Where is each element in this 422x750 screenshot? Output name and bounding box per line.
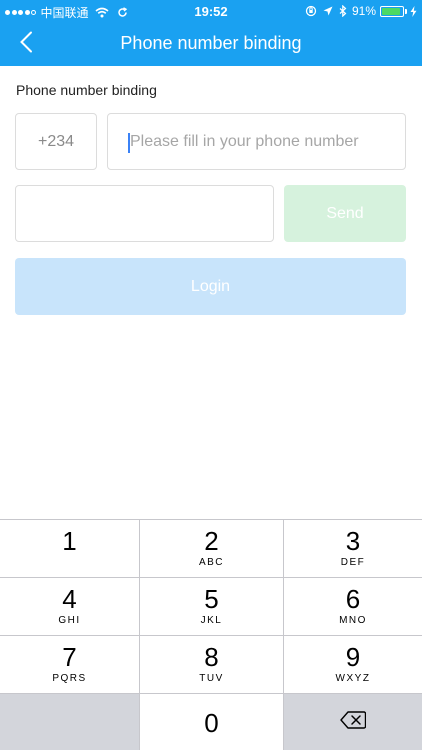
- charging-bolt-icon: [410, 5, 417, 17]
- status-right: 91%: [299, 4, 417, 18]
- rotation-lock-icon: [305, 5, 317, 17]
- key-letters: TUV: [199, 673, 224, 684]
- keypad-key-5[interactable]: 5 JKL: [140, 578, 283, 635]
- numeric-keypad: 1 2 ABC 3 DEF 4 GHI 5 JKL 6 MNO 7 PQRS 8…: [0, 519, 422, 750]
- app-header: 中国联通 19:52 91% Phone number binding: [0, 0, 422, 66]
- key-digit: 4: [62, 584, 77, 614]
- battery-percent: 91%: [351, 4, 376, 18]
- keypad-blank-key: [0, 694, 139, 750]
- key-digit: 2: [204, 526, 219, 556]
- bluetooth-icon: [339, 5, 347, 17]
- page-title: Phone number binding: [120, 33, 302, 53]
- keypad-key-0[interactable]: 0: [140, 694, 283, 750]
- backspace-icon: [340, 711, 367, 734]
- key-letters: MNO: [339, 615, 367, 626]
- key-digit: 1: [62, 526, 77, 556]
- key-digit: 6: [345, 584, 361, 614]
- key-letters: DEF: [340, 557, 366, 568]
- keypad-key-6[interactable]: 6 MNO: [284, 578, 422, 635]
- location-arrow-icon: [323, 6, 333, 16]
- country-code-value: +234: [37, 132, 75, 150]
- keypad-divider: [283, 520, 284, 750]
- key-digit: 3: [345, 526, 361, 556]
- keypad-key-1[interactable]: 1: [0, 520, 139, 577]
- key-letters: WXYZ: [335, 673, 371, 684]
- keypad-divider: [0, 635, 422, 636]
- battery-icon: [380, 5, 404, 17]
- battery-cap: [405, 8, 407, 14]
- navigation-bar: Phone number binding: [0, 22, 422, 66]
- phone-number-input[interactable]: Please fill in your phone number: [107, 113, 406, 170]
- key-digit: 0: [204, 707, 219, 738]
- key-letters: ABC: [198, 557, 225, 568]
- key-digit: 5: [204, 584, 219, 614]
- keypad-divider: [0, 577, 422, 578]
- keypad-key-3[interactable]: 3 DEF: [284, 520, 422, 577]
- key-digit: 7: [62, 642, 77, 672]
- keypad-divider: [139, 520, 140, 750]
- section-label: Phone number binding: [16, 82, 157, 98]
- key-letters: JKL: [200, 615, 223, 626]
- login-button[interactable]: Login: [15, 258, 406, 315]
- keypad-key-7[interactable]: 7 PQRS: [0, 636, 139, 693]
- country-code-selector[interactable]: +234: [15, 113, 97, 170]
- verification-code-input[interactable]: [15, 185, 274, 242]
- keypad-delete-key[interactable]: [284, 694, 422, 750]
- key-letters: GHI: [58, 615, 81, 626]
- keypad-key-4[interactable]: 4 GHI: [0, 578, 139, 635]
- phone-number-placeholder: Please fill in your phone number: [130, 133, 359, 150]
- battery-fill: [382, 7, 401, 15]
- send-code-button[interactable]: Send: [284, 185, 406, 242]
- key-letters: PQRS: [52, 673, 87, 684]
- key-digit: 8: [204, 642, 219, 672]
- status-bar: 中国联通 19:52 91%: [0, 0, 422, 22]
- keypad-key-2[interactable]: 2 ABC: [140, 520, 283, 577]
- keypad-key-8[interactable]: 8 TUV: [140, 636, 283, 693]
- keypad-divider: [0, 693, 422, 694]
- keypad-key-9[interactable]: 9 WXYZ: [284, 636, 422, 693]
- key-digit: 9: [345, 642, 361, 672]
